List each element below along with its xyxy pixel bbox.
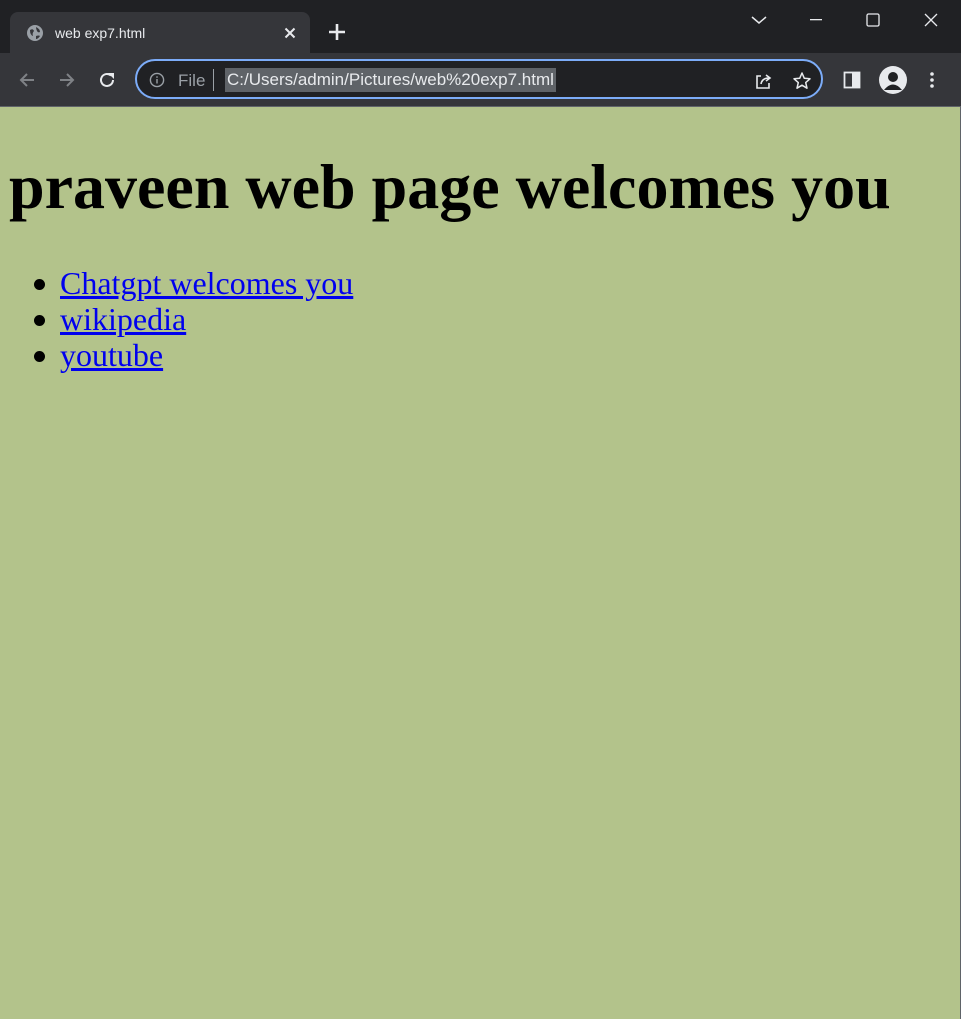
link-wikipedia[interactable]: wikipedia: [60, 301, 186, 337]
tab-search-button[interactable]: [736, 0, 782, 40]
menu-button[interactable]: [919, 67, 945, 93]
list-item: Chatgpt welcomes you: [0, 265, 353, 301]
address-separator: [213, 69, 214, 91]
maximize-icon: [866, 13, 880, 27]
avatar-icon[interactable]: [879, 66, 907, 94]
close-icon: [924, 13, 938, 27]
close-window-button[interactable]: [908, 0, 954, 40]
active-tab[interactable]: web exp7.html: [10, 12, 310, 53]
list-item: youtube: [0, 337, 353, 373]
side-panel-button[interactable]: [839, 67, 865, 93]
profile-silhouette: [884, 72, 902, 90]
minimize-icon: [810, 19, 822, 21]
browser-window-chrome: web exp7.html File C:/Users/admin/Pictur…: [0, 0, 961, 107]
back-arrow-icon: [19, 73, 34, 87]
reload-button[interactable]: [94, 67, 120, 93]
info-icon[interactable]: [149, 72, 165, 88]
chevron-down-icon: [751, 16, 767, 24]
link-youtube[interactable]: youtube: [60, 337, 163, 373]
back-button[interactable]: [14, 67, 40, 93]
maximize-button[interactable]: [850, 0, 896, 40]
page-title: praveen web page welcomes you: [9, 151, 891, 222]
minimize-button[interactable]: [793, 0, 839, 40]
forward-arrow-icon: [60, 73, 75, 87]
side-panel-icon: [843, 71, 861, 89]
scheme-label: File: [178, 71, 206, 90]
star-icon[interactable]: [792, 71, 812, 91]
forward-button[interactable]: [54, 67, 80, 93]
kebab-menu-icon: [930, 72, 934, 88]
bullet: [34, 315, 45, 326]
plus-icon[interactable]: [326, 21, 348, 43]
reload-icon: [100, 72, 114, 87]
address-bar[interactable]: File C:/Users/admin/Pictures/web%20exp7.…: [135, 59, 823, 99]
url-text[interactable]: C:/Users/admin/Pictures/web%20exp7.html: [225, 68, 556, 92]
tab-strip: web exp7.html: [0, 0, 961, 53]
globe-icon: [27, 25, 43, 41]
bullet: [34, 351, 45, 362]
tab-title: web exp7.html: [55, 25, 146, 41]
link-chatgpt[interactable]: Chatgpt welcomes you: [60, 265, 353, 301]
page-content: praveen web page welcomes you Chatgpt we…: [0, 107, 960, 1019]
close-icon[interactable]: [282, 25, 298, 41]
bullet: [34, 279, 45, 290]
toolbar: File C:/Users/admin/Pictures/web%20exp7.…: [0, 53, 961, 106]
list-item: wikipedia: [0, 301, 353, 337]
link-list: Chatgpt welcomes you wikipedia youtube: [0, 265, 353, 373]
share-icon[interactable]: [753, 71, 773, 91]
